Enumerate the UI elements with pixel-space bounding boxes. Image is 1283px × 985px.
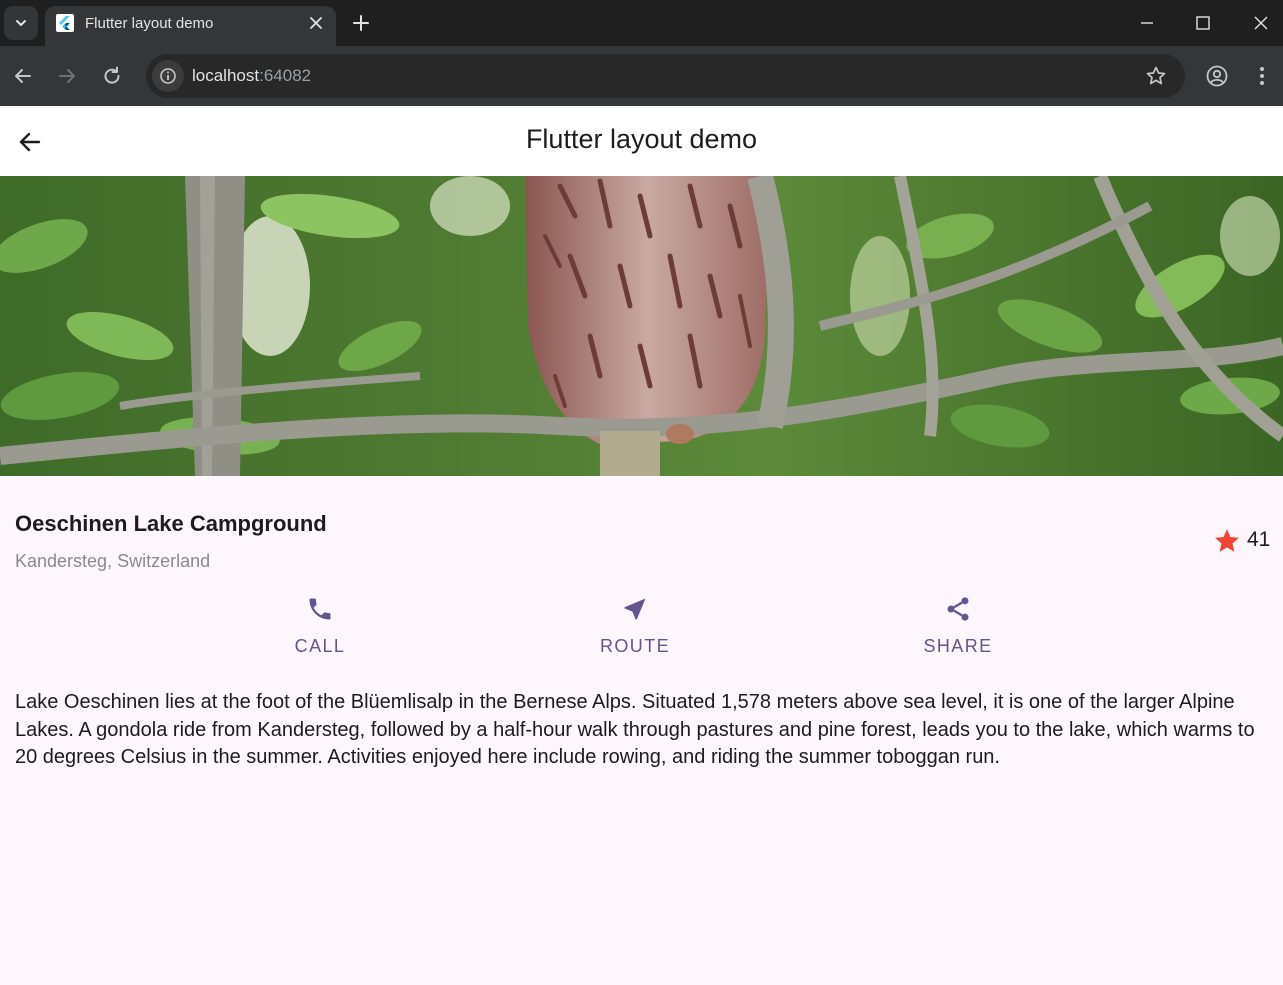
share-button[interactable]: SHARE — [898, 590, 1018, 660]
profile-icon[interactable] — [1205, 64, 1229, 88]
address-bar[interactable]: localhost:64082 — [146, 54, 1185, 98]
browser-toolbar: localhost:64082 — [0, 46, 1283, 106]
navigation-icon — [624, 598, 646, 620]
url-port: :64082 — [259, 66, 312, 85]
tab-title: Flutter layout demo — [85, 15, 214, 32]
owl-photo — [0, 176, 1283, 476]
title-section: Oeschinen Lake Campground Kandersteg, Sw… — [0, 476, 1283, 586]
hero-image — [0, 176, 1283, 476]
button-section: CALL ROUTE SHARE — [0, 590, 1283, 660]
forward-arrow-icon[interactable] — [56, 65, 78, 87]
browser-tabstrip: Flutter layout demo — [0, 0, 1283, 46]
flutter-logo-icon — [56, 14, 74, 32]
share-label: SHARE — [923, 636, 993, 656]
new-tab-icon[interactable] — [351, 13, 371, 33]
route-button[interactable]: ROUTE — [575, 590, 695, 660]
url-text[interactable]: localhost:64082 — [192, 66, 311, 86]
app-bar: Flutter layout demo — [0, 106, 1283, 176]
close-icon[interactable] — [309, 16, 323, 30]
place-name: Oeschinen Lake Campground — [15, 511, 327, 536]
minimize-icon[interactable] — [1137, 13, 1157, 33]
tab-search-button[interactable] — [4, 6, 38, 40]
description-text: Lake Oeschinen lies at the foot of the B… — [15, 691, 1255, 768]
share-icon — [947, 597, 969, 621]
call-button[interactable]: CALL — [260, 590, 380, 660]
call-label: CALL — [294, 636, 346, 656]
rating-count: 41 — [1247, 528, 1271, 551]
more-vert-icon[interactable] — [1252, 64, 1272, 88]
app-title: Flutter layout demo — [525, 124, 758, 154]
info-icon — [160, 68, 176, 84]
place-location: Kandersteg, Switzerland — [15, 551, 211, 571]
star-icon — [1214, 529, 1240, 552]
route-label: ROUTE — [600, 636, 670, 656]
chevron-down-icon — [16, 20, 26, 27]
url-host: localhost — [192, 66, 260, 85]
bookmark-star-icon[interactable] — [1145, 65, 1167, 87]
site-info-button[interactable] — [152, 60, 184, 92]
phone-icon — [309, 598, 331, 620]
window-close-icon[interactable] — [1251, 13, 1271, 33]
maximize-icon[interactable] — [1193, 13, 1213, 33]
reload-icon[interactable] — [101, 65, 123, 87]
back-arrow-icon[interactable] — [12, 65, 34, 87]
browser-tab[interactable]: Flutter layout demo — [45, 6, 336, 46]
